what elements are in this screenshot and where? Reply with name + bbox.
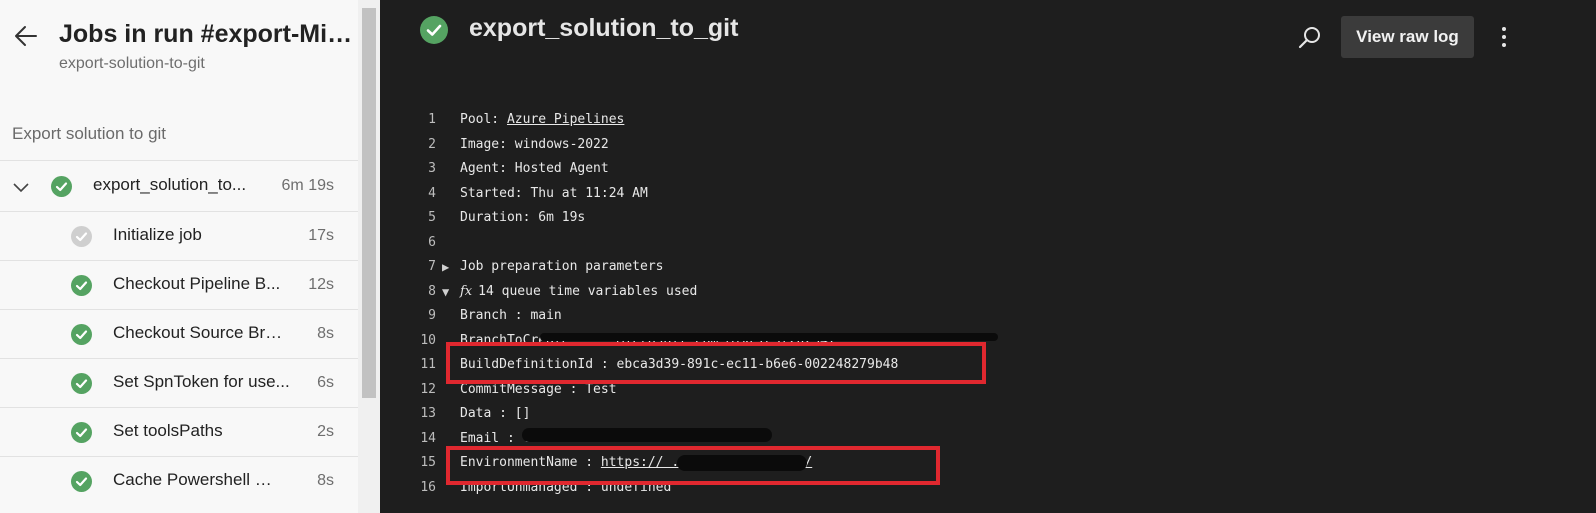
step-duration: 8s	[317, 472, 334, 489]
line-number: 12	[420, 381, 436, 397]
line-number: 9	[428, 308, 436, 323]
back-arrow-icon[interactable]	[12, 22, 44, 54]
line-number: 8	[428, 283, 436, 299]
line-number: 10	[420, 332, 436, 348]
log-text: Branch : main	[460, 308, 562, 323]
pool-link[interactable]: Azure Pipelines	[507, 112, 624, 127]
skipped-check-icon	[71, 226, 92, 247]
collapse-arrow-icon[interactable]: ▼	[442, 280, 449, 304]
success-check-icon	[71, 422, 92, 443]
log-text: Started: Thu at 11:24 AM	[460, 185, 648, 201]
scroll-up-arrow-icon[interactable]	[362, 0, 376, 12]
divider	[0, 160, 358, 161]
scrollbar-thumb[interactable]	[362, 8, 376, 398]
success-check-icon	[51, 176, 72, 197]
log-panel: export_solution_to_git View raw log 1 Po…	[380, 0, 1596, 513]
success-check-icon	[71, 275, 92, 296]
success-check-icon	[71, 471, 92, 492]
job-title: export_solution_to_git	[469, 14, 739, 42]
pipeline-name: export-solution-to-git	[59, 55, 205, 72]
step-label: Set toolsPaths	[113, 421, 223, 440]
log-text: Pool:	[460, 112, 507, 127]
fx-icon: fx	[460, 283, 473, 299]
line-number: 2	[428, 136, 436, 152]
jobs-panel: Jobs in run #export-Mik... export-soluti…	[0, 0, 380, 513]
step-label: Cache Powershell M...	[113, 470, 283, 489]
line-number: 15	[420, 455, 436, 470]
log-text: Image: windows-2022	[460, 136, 609, 152]
line-number: 3	[428, 161, 436, 176]
step-row[interactable]: Cache Powershell M... 8s	[0, 457, 358, 506]
line-number: 13	[420, 406, 436, 421]
step-label: Checkout Pipeline B...	[113, 274, 281, 293]
step-duration: 12s	[308, 276, 334, 293]
line-number: 4	[428, 185, 436, 201]
step-duration: 8s	[317, 325, 334, 342]
line-number: 16	[420, 479, 436, 495]
step-duration: 6s	[317, 374, 334, 391]
success-check-icon	[71, 373, 92, 394]
success-check-icon	[420, 16, 448, 44]
line-number: 14	[420, 430, 436, 446]
step-label: Initialize job	[113, 225, 202, 244]
search-icon[interactable]	[1296, 24, 1324, 52]
step-duration: 2s	[317, 423, 334, 440]
line-number: 5	[428, 210, 436, 225]
run-title: Jobs in run #export-Mik...	[59, 20, 354, 48]
expand-arrow-icon[interactable]: ▶	[442, 255, 449, 279]
log-text: Duration: 6m 19s	[460, 210, 586, 225]
line-number: 6	[428, 234, 436, 250]
view-raw-log-button[interactable]: View raw log	[1341, 16, 1474, 58]
stage-name: Export solution to git	[12, 124, 167, 143]
highlight-box	[446, 342, 986, 384]
redaction-mark	[540, 333, 998, 341]
log-text: Data : []	[460, 406, 531, 421]
step-row[interactable]: Set toolsPaths 2s	[0, 408, 358, 457]
step-duration: 17s	[308, 227, 334, 244]
log-text: Job preparation parameters	[460, 259, 664, 274]
step-row[interactable]: Initialize job 17s	[0, 212, 358, 261]
highlight-box	[446, 446, 940, 485]
job-row-export-solution[interactable]: export_solution_to... 6m 19s	[0, 162, 358, 211]
line-number: 7	[428, 259, 436, 274]
step-row[interactable]: Checkout Source Bra... 8s	[0, 310, 358, 359]
line-number: 1	[428, 112, 436, 127]
success-check-icon	[71, 324, 92, 345]
chevron-down-icon[interactable]	[12, 178, 30, 196]
line-number: 11	[420, 357, 436, 372]
step-label: Set SpnToken for use...	[113, 372, 290, 391]
step-label: Checkout Source Bra...	[113, 323, 288, 342]
step-row[interactable]: Set SpnToken for use... 6s	[0, 359, 358, 408]
log-text: 14 queue time variables used	[478, 283, 698, 299]
job-label: export_solution_to...	[93, 175, 247, 194]
log-text: Agent: Hosted Agent	[460, 161, 609, 176]
redaction-mark	[522, 428, 772, 442]
step-row[interactable]: Checkout Pipeline B... 12s	[0, 261, 358, 310]
job-duration: 6m 19s	[281, 177, 334, 194]
more-options-icon[interactable]	[1490, 22, 1518, 52]
